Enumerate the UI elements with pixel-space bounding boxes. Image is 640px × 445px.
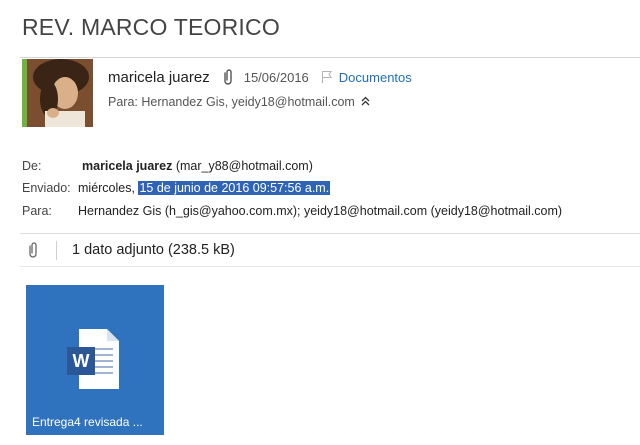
attachments-separator xyxy=(56,241,57,260)
to-label: Para: xyxy=(22,204,52,218)
sent-date-selection[interactable]: 15 de junio de 2016 09:57:56 a.m. xyxy=(138,181,331,195)
sent-day: miércoles, xyxy=(78,181,135,195)
from-row: De: maricela juarez (mar_y88@hotmail.com… xyxy=(22,159,313,173)
to-recipients[interactable]: Hernandez Gis (h_gis@yahoo.com.mx); yeid… xyxy=(78,204,562,218)
paperclip-icon xyxy=(220,68,236,86)
attachments-divider-top xyxy=(20,233,640,234)
sent-label: Enviado: xyxy=(22,181,71,195)
word-document-icon: W xyxy=(65,327,121,396)
paperclip-icon xyxy=(26,241,40,259)
to-row: Para: Hernandez Gis (h_gis@yahoo.com.mx)… xyxy=(22,204,562,218)
flag-icon[interactable] xyxy=(321,70,333,84)
attachment-tile[interactable]: W Entrega4 revisada ... xyxy=(26,285,164,435)
folder-link[interactable]: Documentos xyxy=(339,70,412,85)
attachments-summary[interactable]: 1 dato adjunto (238.5 kB) xyxy=(72,242,235,258)
from-name[interactable]: maricela juarez xyxy=(82,159,172,173)
word-letter: W xyxy=(73,351,90,371)
from-label: De: xyxy=(22,159,42,173)
chevron-up-icon[interactable] xyxy=(361,96,370,109)
sent-row: Enviado: miércoles, 15 de junio de 2016 … xyxy=(22,181,331,195)
attachment-filename[interactable]: Entrega4 revisada ... xyxy=(32,415,160,429)
recipients-summary: Para: Hernandez Gis, yeidy18@hotmail.com xyxy=(108,95,355,109)
message-subject: REV. MARCO TEORICO xyxy=(22,14,280,40)
sender-name[interactable]: maricela juarez xyxy=(108,69,210,86)
from-email[interactable]: (mar_y88@hotmail.com) xyxy=(176,159,313,173)
attachments-divider-bottom xyxy=(20,266,640,267)
header-divider xyxy=(20,57,640,58)
message-date: 15/06/2016 xyxy=(243,69,309,85)
sender-avatar[interactable] xyxy=(27,59,93,127)
